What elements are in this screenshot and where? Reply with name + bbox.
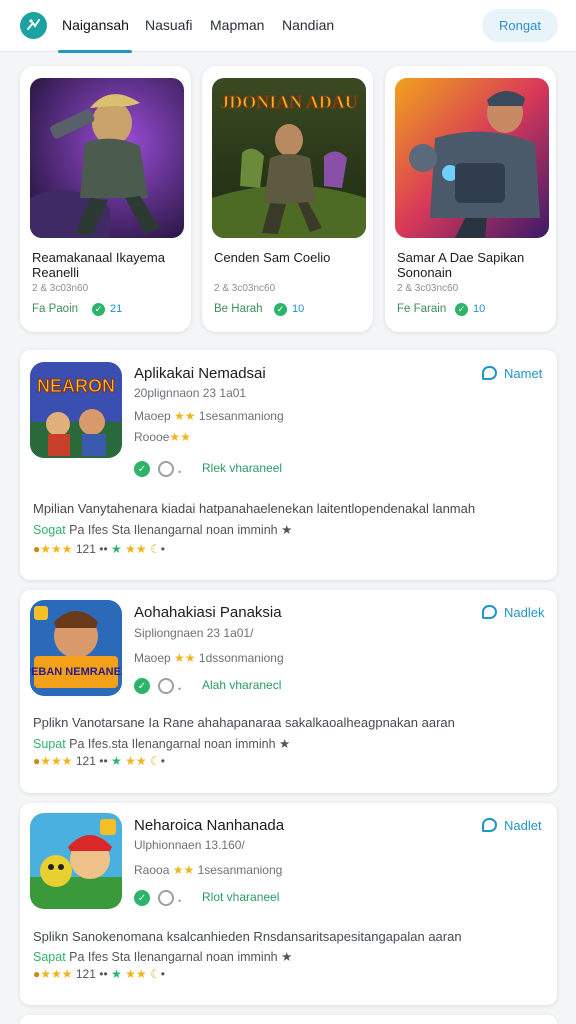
verified-check-icon: ✓	[92, 303, 105, 316]
chat-bubble-icon	[482, 818, 497, 832]
active-tab-indicator	[58, 50, 132, 53]
app-rating: Maoep ★★ 1sesanmaniong	[134, 409, 284, 423]
star-icon: ★★	[125, 542, 147, 556]
status-text: Rlot vharaneel	[202, 890, 280, 904]
verified-check-icon: ✓	[455, 303, 468, 316]
tab-second[interactable]: Nasuafi	[145, 17, 192, 33]
tab-home[interactable]: Naigansah	[62, 17, 129, 33]
check-icon: ✓	[134, 890, 150, 906]
star-icon: ★★	[125, 967, 147, 981]
app-stats: ●★★★ 121 •• ★ ★★ ☾•	[33, 542, 165, 556]
moon-icon: ☾	[149, 542, 161, 556]
status-text: Alah vharanecl	[202, 678, 282, 692]
green-star-icon: ★	[110, 754, 122, 768]
app-tags: Sogat Pa Ifes Sta Ilenangarnal noan immi…	[33, 523, 293, 537]
featured-count: 21	[110, 303, 123, 315]
app-icon: NEARON	[30, 362, 122, 458]
tab-third[interactable]: Mapman	[210, 17, 264, 33]
status-text: Rlek vharaneel	[202, 461, 283, 475]
app-name: Aohahakiasi Panaksia	[134, 604, 282, 621]
featured-subtitle: 2 & 3c03n60	[32, 283, 89, 294]
app-name: Neharoica Nanhanada	[134, 817, 285, 834]
check-icon: ✓	[134, 678, 150, 694]
featured-subtitle: 2 & 3c03nc60	[397, 283, 459, 294]
comment-button[interactable]: Namet	[482, 365, 552, 383]
chat-bubble-icon	[482, 366, 497, 380]
featured-title: Reamakanaal Ikayema Reanelli	[32, 250, 165, 280]
app-date: Ulphionnaen 13.160/	[134, 838, 245, 852]
green-star-icon: ★	[110, 967, 122, 981]
check-icon: ✓	[134, 461, 150, 477]
star-icon: ★★	[172, 863, 195, 877]
featured-author: Fe Farain	[397, 303, 447, 315]
top-nav-bar: Naigansah Nasuafi Mapman Nandian Rongat	[0, 0, 576, 53]
featured-author: Be Harah	[214, 303, 263, 315]
star-icon: ★★	[174, 651, 196, 665]
dot-icon: •	[178, 896, 182, 906]
app-list-card[interactable]: Neharoica Nanhanada Ulphionnaen 13.160/ …	[20, 803, 557, 1005]
app-description: Pplikn Vanotarsane Ia Rane ahahapanaraa …	[33, 715, 455, 730]
app-logo-icon[interactable]	[20, 12, 47, 39]
star-icon: ★★★	[40, 967, 73, 981]
app-tags: Supat Pa Ifes.sta Ilenangarnal noan immi…	[33, 737, 291, 751]
app-stats: ●★★★ 121 •• ★ ★★ ☾•	[33, 754, 165, 768]
app-rating: Raooa ★★ 1sesanmaniong	[134, 863, 283, 877]
moon-icon: ☾	[149, 967, 161, 981]
app-description: Mpilian Vanytahenara kiadai hatpanahaele…	[33, 501, 476, 516]
star-icon: ★★	[174, 409, 196, 423]
dot-icon: •	[178, 684, 182, 694]
featured-card[interactable]: Samar A Dae Sapikan Sononain 2 & 3c03nc6…	[385, 66, 556, 332]
ring-icon	[158, 890, 174, 906]
app-icon: PEBAN NEMRANES	[30, 600, 122, 696]
featured-title: Samar A Dae Sapikan Sononain	[397, 250, 525, 280]
star-icon: ★★★	[40, 542, 73, 556]
verified-check-icon: ✓	[274, 303, 287, 316]
tab-fourth[interactable]: Nandian	[282, 17, 334, 33]
featured-title: Cenden Sam Coelio	[214, 250, 331, 265]
featured-game-art: JDONIAN ADAU	[212, 78, 366, 238]
comment-button[interactable]: Nadlet	[482, 817, 552, 835]
featured-card[interactable]: JDONIAN ADAU Cenden Sam Coelio 2 & 3c03n…	[202, 66, 373, 332]
star-icon: ★★	[125, 754, 147, 768]
green-star-icon: ★	[110, 542, 122, 556]
featured-count: 10	[473, 303, 486, 315]
featured-game-art	[30, 78, 184, 238]
comment-button[interactable]: Nadlek	[482, 604, 552, 622]
app-list-card[interactable]: PEBAN NEMRANES Aohahakiasi Panaksia Sipl…	[20, 590, 557, 793]
app-description: Splikn Sanokenomana ksalcanhieden Rnsdan…	[33, 929, 462, 944]
featured-subtitle: 2 & 3c03nc60	[214, 283, 276, 294]
ring-icon	[158, 678, 174, 694]
featured-game-art	[395, 78, 549, 238]
art-title: JDONIAN ADAU	[220, 92, 358, 112]
chat-bubble-icon	[482, 605, 497, 619]
app-date: 20plignnaon 23 1a01	[134, 386, 247, 400]
icon-title: NEARON	[37, 376, 115, 396]
featured-count: 10	[292, 303, 305, 315]
star-icon: ★★★	[40, 754, 73, 768]
featured-card[interactable]: Reamakanaal Ikayema Reanelli 2 & 3c03n60…	[20, 66, 191, 332]
app-date: Sipliongnaen 23 1a01/	[134, 626, 254, 640]
app-stats: ●★★★ 121 •• ★ ★★ ☾•	[33, 967, 165, 981]
app-tags: Sapat Pa Ifes Sta Ilenangarnal noan immi…	[33, 950, 293, 964]
app-rating: Maoep ★★ 1dssonmaniong	[134, 651, 284, 665]
app-list-card[interactable]: NEARON Aplikakai Nemadsai 20plignnaon 23…	[20, 350, 557, 580]
icon-title: PEBAN NEMRANES	[30, 666, 122, 678]
featured-author: Fa Paoin	[32, 303, 79, 315]
login-button[interactable]: Rongat	[482, 9, 558, 42]
app-name: Aplikakai Nemadsai	[134, 365, 266, 382]
app-icon	[30, 813, 122, 909]
star-icon: ★★	[169, 430, 191, 444]
ring-icon	[158, 461, 174, 477]
app-list-card-partial	[20, 1015, 557, 1024]
app-extra: Roooe★★	[134, 430, 191, 444]
moon-icon: ☾	[149, 754, 161, 768]
dot-icon: •	[178, 467, 182, 477]
